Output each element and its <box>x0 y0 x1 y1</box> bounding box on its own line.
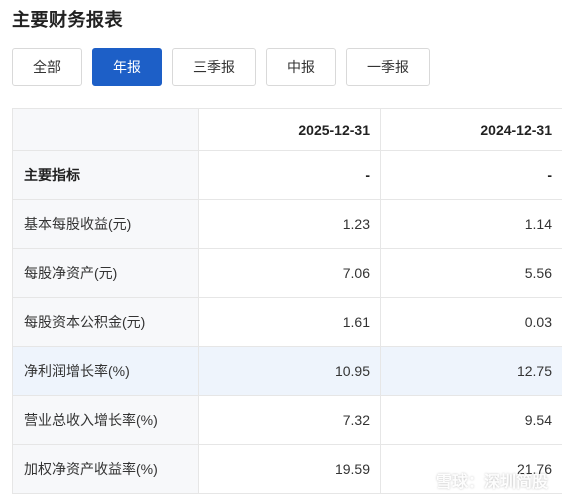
row-label: 加权净资产收益率(%) <box>12 444 199 494</box>
financial-table: 2025-12-31 2024-12-31 主要指标 - - 基本每股收益(元)… <box>12 108 562 494</box>
cell-value: 7.06 <box>198 248 381 298</box>
row-label: 基本每股收益(元) <box>12 199 199 249</box>
cell-value: 7.32 <box>198 395 381 445</box>
table-row: 主要指标 - - <box>12 150 562 200</box>
cell-value: 9.54 <box>380 395 562 445</box>
column-header-2025: 2025-12-31 <box>198 108 381 151</box>
tab-q1-report[interactable]: 一季报 <box>346 48 430 86</box>
watermark: 雪球：深圳简股 <box>412 468 548 492</box>
table-row-highlighted: 净利润增长率(%) 10.95 12.75 <box>12 346 562 396</box>
table-row: 营业总收入增长率(%) 7.32 9.54 <box>12 395 562 445</box>
watermark-text: 雪球：深圳简股 <box>435 474 548 491</box>
tab-annual-report[interactable]: 年报 <box>92 48 162 86</box>
row-label: 每股净资产(元) <box>12 248 199 298</box>
tab-all[interactable]: 全部 <box>12 48 82 86</box>
cell-value: - <box>198 150 381 200</box>
financial-table-container: 2025-12-31 2024-12-31 主要指标 - - 基本每股收益(元)… <box>12 108 562 494</box>
report-type-tabs: 全部 年报 三季报 中报 一季报 <box>12 48 440 86</box>
table-header-corner <box>12 108 199 151</box>
table-header-row: 2025-12-31 2024-12-31 <box>12 108 562 151</box>
snowball-logo-icon <box>412 471 431 489</box>
table-row: 基本每股收益(元) 1.23 1.14 <box>12 199 562 249</box>
row-label: 净利润增长率(%) <box>12 346 199 396</box>
cell-value: - <box>380 150 562 200</box>
row-label: 营业总收入增长率(%) <box>12 395 199 445</box>
cell-value: 1.14 <box>380 199 562 249</box>
cell-value: 19.59 <box>198 444 381 494</box>
table-row: 每股净资产(元) 7.06 5.56 <box>12 248 562 298</box>
cell-value: 10.95 <box>198 346 381 396</box>
page-title: 主要财务报表 <box>12 10 123 30</box>
column-header-2024: 2024-12-31 <box>380 108 562 151</box>
row-label: 主要指标 <box>12 150 199 200</box>
cell-value: 1.23 <box>198 199 381 249</box>
tab-q3-report[interactable]: 三季报 <box>172 48 256 86</box>
cell-value: 0.03 <box>380 297 562 347</box>
table-row: 每股资本公积金(元) 1.61 0.03 <box>12 297 562 347</box>
cell-value: 5.56 <box>380 248 562 298</box>
cell-value: 12.75 <box>380 346 562 396</box>
row-label: 每股资本公积金(元) <box>12 297 199 347</box>
cell-value: 1.61 <box>198 297 381 347</box>
tab-interim-report[interactable]: 中报 <box>266 48 336 86</box>
